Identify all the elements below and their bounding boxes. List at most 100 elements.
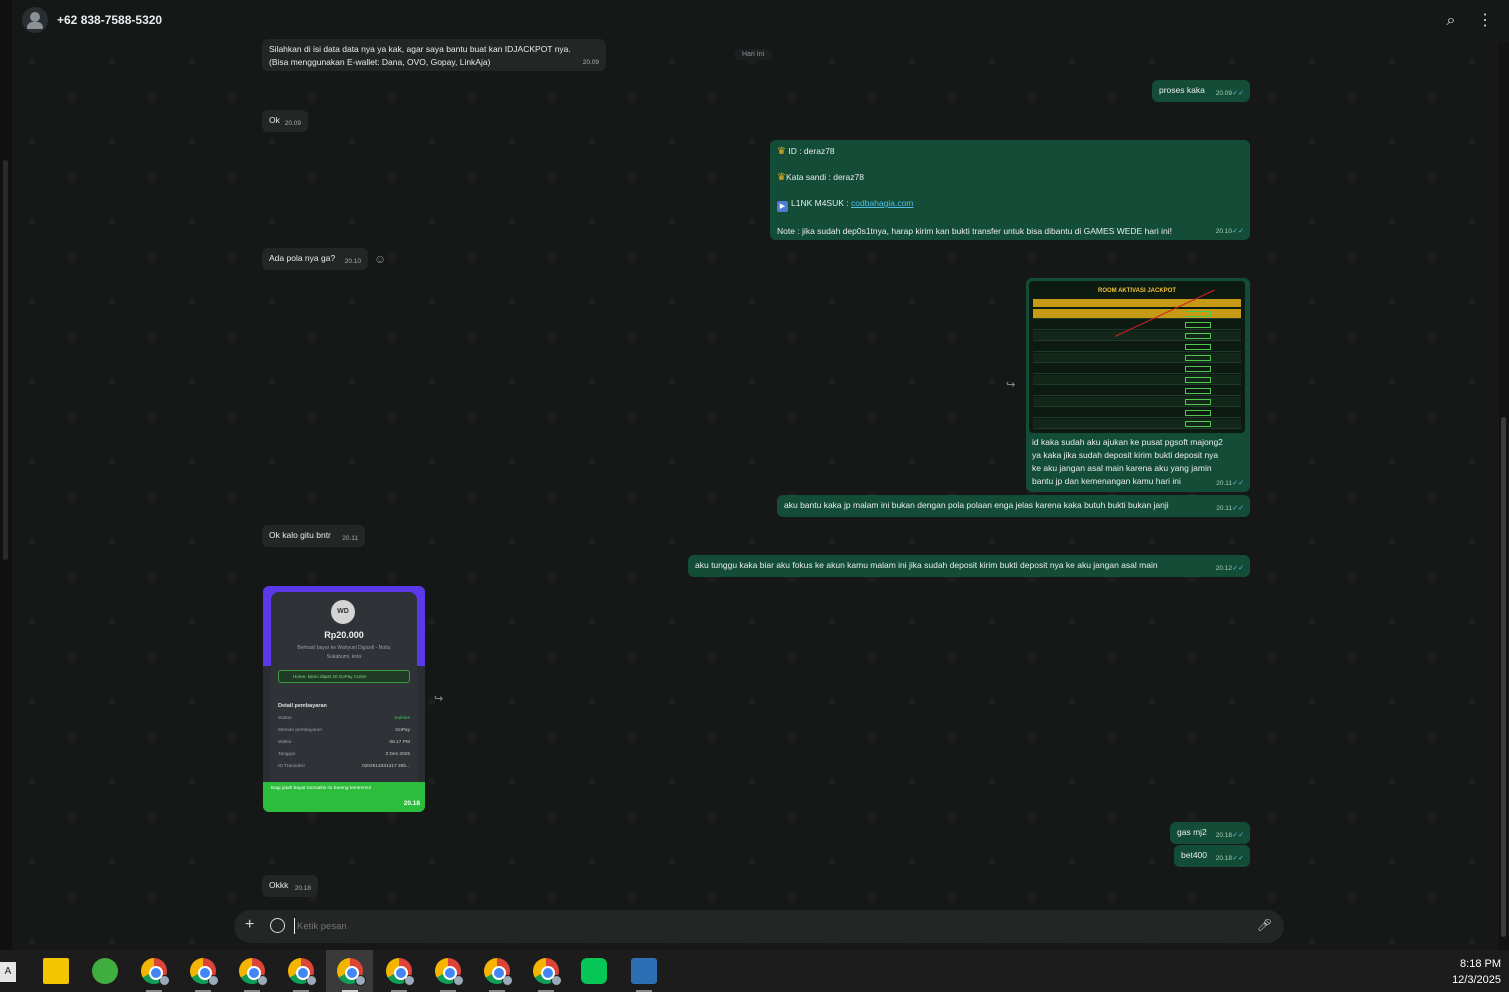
chat-header[interactable]: +62 838-7588-5320 ⌕ ⋮ [12,0,1509,42]
message-input[interactable] [294,918,1194,934]
chat-area [12,42,1499,950]
footer-text: Bagi jatah bayar transaksi ini bareng te… [271,786,372,791]
chrome-icon[interactable] [288,958,317,986]
message-outgoing[interactable]: proses kaka 20.09 ✓✓ [1152,80,1250,102]
clock-time: 8:18 PM [1460,958,1501,970]
detail-row: Metode pembayaran GoPay [278,728,410,733]
detail-row: Waktu 08.17 PM [278,740,410,745]
coins-promo: Horee, kamu dapet 20 GoPay Coins! [278,670,410,683]
taskbar: 8:18 PM 12/3/2025 [0,950,1509,992]
caption: id kaka sudah aku ajukan ke pusat pgsoft… [1032,436,1246,488]
message-text: aku tunggu kaka biar aku fokus ke akun k… [695,560,1158,570]
table-row [1033,353,1241,363]
chrome-icon[interactable] [239,958,268,986]
contact-name[interactable]: +62 838-7588-5320 [57,13,162,27]
message-time: 20.11 [342,535,358,542]
link-label: L1NK M4SUK : [791,198,851,208]
caption-line: ya kaka jika sudah deposit kirim bukti d… [1032,450,1219,460]
double-check-icon: ✓✓ [1232,90,1244,97]
message-time: 20.12 [1215,565,1232,572]
left-edge [0,0,12,950]
message-text: proses kaka [1159,85,1205,95]
receipt-card: WD Rp20.000 Berhasil bayar ke Wahyuni Di… [271,592,417,802]
payment-location: Sukabumi, kota [326,654,362,660]
note-text: Note : jika sudah dep0s1tnya, harap kiri… [777,226,1172,236]
chat-scrollbar[interactable] [1499,42,1509,950]
emoji-icon[interactable] [270,918,285,933]
message-time: 20.11 [1216,480,1232,487]
menu-icon[interactable]: ⋮ [1475,11,1495,31]
chrome-icon[interactable] [533,958,562,986]
chat-app-icon[interactable] [92,958,118,984]
crown-icon: ♛ [777,146,786,157]
caption-line: ke aku jangan asal main karena aku yang … [1032,463,1212,473]
forward-icon[interactable]: ↪ [434,692,443,705]
caption-line: bantu jp dan kemenangan kamu hari ini [1032,476,1181,486]
search-icon[interactable]: ⌕ [1441,11,1461,31]
message-time: 20.18 [294,885,311,892]
message-text: aku bantu kaka jp malam ini bukan dengan… [784,500,1169,510]
double-check-icon: ✓✓ [1232,832,1244,839]
message-text: Okkk [269,880,289,890]
chrome-icon[interactable] [337,958,366,986]
message-outgoing[interactable]: ♛ ID : deraz78 ♛Kata sandi : deraz78 ▶ L1… [770,140,1250,240]
message-text: bet400 [1181,850,1207,860]
message-incoming[interactable]: Ok 20.09 [262,110,308,132]
message-outgoing[interactable]: aku bantu kaka jp malam ini bukan dengan… [777,495,1250,517]
message-incoming[interactable]: Silahkan di isi data data nya ya kak, ag… [262,39,606,71]
reaction-icon[interactable]: ☺ [374,252,386,266]
double-check-icon: ✓✓ [1232,565,1244,572]
message-outgoing[interactable]: gas mj2 20.18 ✓✓ [1170,822,1250,844]
message-incoming[interactable]: Ada pola nya ga? 20.10 [262,248,368,270]
contact-avatar[interactable] [22,7,48,33]
message-time: 20.10 [344,258,361,265]
table-row [1033,342,1241,352]
payment-recipient: Berhasil bayar ke Wahyuni Digicell - Nob… [297,645,391,651]
message-text: gas mj2 [1177,827,1207,837]
table-row [1033,375,1241,385]
detail-row: ID Transaksi 0202512031317 26b... [278,764,410,769]
chrome-icon[interactable] [435,958,464,986]
mic-icon[interactable]: 🎤︎ [1257,918,1272,932]
message-outgoing[interactable]: aku tunggu kaka biar aku fokus ke akun k… [688,555,1250,577]
message-text: (Bisa menggunakan E-wallet: Dana, OVO, G… [269,57,491,67]
plus-icon[interactable]: + [245,916,254,934]
message-outgoing-image[interactable]: ROOM AKTIVASI JACKPOT id kaka sudah aku … [1026,278,1250,492]
left-scrollbar[interactable] [3,160,8,560]
chrome-icon[interactable] [386,958,415,986]
message-time: 20.18 [403,800,420,807]
message-text: Ok kalo gitu bntr [269,530,331,540]
date-chip: Hari Ini [734,49,773,60]
table-header [1033,299,1241,307]
double-check-icon: ✓✓ [1232,228,1244,235]
message-incoming[interactable]: Okkk 20.18 [262,875,318,897]
keyboard-indicator[interactable]: A [0,962,16,982]
chrome-icon[interactable] [484,958,513,986]
message-composer: + 🎤︎ [234,910,1284,943]
message-time: 20.09 [582,59,599,66]
forward-icon[interactable]: ↪ [1006,378,1015,391]
merchant-avatar: WD [331,600,355,624]
table-row [1033,309,1241,319]
receipt-footer: Bagi jatah bayar transaksi ini bareng te… [263,782,425,812]
password-line: Kata sandi : deraz78 [785,172,864,182]
message-incoming[interactable]: Ok kalo gitu bntr 20.11 [262,525,365,547]
line-app-icon[interactable] [581,958,607,984]
chrome-icon[interactable] [190,958,219,986]
login-link[interactable]: codbahagia.com [851,198,913,208]
table-row [1033,331,1241,341]
system-clock[interactable]: 8:18 PM 12/3/2025 [1452,956,1501,988]
chrome-icon[interactable] [141,958,170,986]
scroll-thumb[interactable] [1501,417,1506,937]
message-time: 20.11 [1216,505,1232,512]
sticky-notes-icon[interactable] [43,958,69,984]
app-icon[interactable] [631,958,657,984]
jackpot-table-image[interactable]: ROOM AKTIVASI JACKPOT [1029,281,1245,433]
message-outgoing[interactable]: bet400 20.18 ✓✓ [1174,845,1250,867]
crown-icon: ♛ [777,172,786,183]
message-time: 20.18 [1215,855,1232,862]
table-row [1033,386,1241,396]
payment-receipt-image[interactable]: WD Rp20.000 Berhasil bayar ke Wahyuni Di… [263,586,425,812]
message-time: 20.09 [1215,90,1232,97]
detail-row: Status Sukses [278,716,410,721]
